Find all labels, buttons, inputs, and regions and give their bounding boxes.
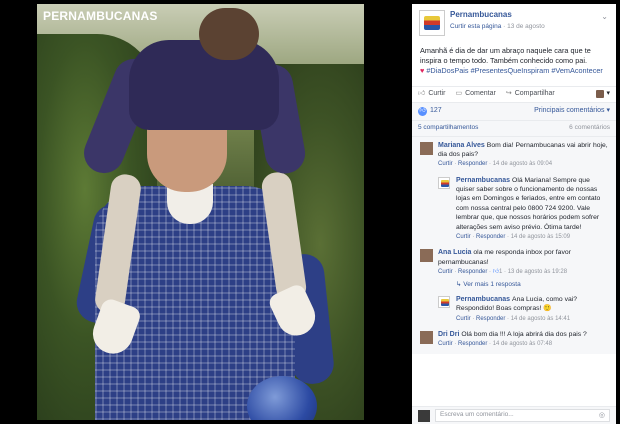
comment: Ana Lucia ola me responda inbox por favo… xyxy=(412,246,616,278)
comment-time[interactable]: 14 de agosto às 07:48 xyxy=(493,341,552,347)
comment-footer: Curtir · Responder · 14 de agosto às 14:… xyxy=(456,315,571,322)
page-name-link[interactable]: Pernambucanas xyxy=(450,10,610,21)
photo-frame: PERNAMBUCANAS xyxy=(37,4,364,420)
comment-footer: Curtir · Responder · 14 de agosto às 09:… xyxy=(438,161,553,168)
comment-input-placeholder: Escreva um comentário... xyxy=(440,411,514,419)
pernambucanas-logo-icon xyxy=(441,298,449,306)
comment-footer: Curtir · Responder · 14 de agosto às 07:… xyxy=(438,341,553,348)
view-more-replies-link[interactable]: ↳ Ver mais 1 resposta xyxy=(412,281,616,293)
camera-icon[interactable]: ◎ xyxy=(599,411,605,420)
comment-button[interactable]: ▭ Comentar xyxy=(455,89,495,98)
comment-sort-dropdown[interactable]: Principais comentários ▾ xyxy=(534,106,610,115)
pernambucanas-logo-icon xyxy=(424,16,440,30)
thumbs-up-icon: 👍︎ xyxy=(418,90,426,98)
post-text: Amanhã é dia de dar um abraço naquele ca… xyxy=(412,42,616,76)
post-photo[interactable]: PERNAMBUCANAS xyxy=(0,0,410,424)
comment-author[interactable]: Pernambucanas xyxy=(456,177,510,184)
comment-label: Comentar xyxy=(465,90,496,98)
comment-reply-link[interactable]: Responder xyxy=(458,341,487,347)
comment-author[interactable]: Pernambucanas xyxy=(456,296,510,303)
comment-reply: Pernambucanas Olá Mariana! Sempre que qu… xyxy=(412,174,616,244)
comment-reply-link[interactable]: Responder xyxy=(458,269,487,275)
post-date[interactable]: 13 de agosto xyxy=(507,23,545,30)
heart-icon: ♥ xyxy=(420,65,425,75)
comment-author[interactable]: Dri Dri xyxy=(438,331,459,338)
comment-time[interactable]: 14 de agosto às 09:04 xyxy=(493,161,552,167)
comment-reply: Pernambucanas Ana Lucia, como vai? Respo… xyxy=(412,293,616,325)
comment-input[interactable]: Escreva um comentário... ◎ xyxy=(435,409,610,422)
post-body: Amanhã é dia de dar um abraço naquele ca… xyxy=(420,46,591,65)
comment-footer: Curtir · Responder · 👍︎1 · 13 de agosto … xyxy=(438,269,568,276)
brand-logo-text: PERNAMBUCANAS xyxy=(43,9,158,23)
comment-time[interactable]: 13 de agosto às 19:28 xyxy=(508,269,567,275)
share-icon: ↪ xyxy=(505,90,512,98)
comment-time[interactable]: 14 de agosto às 15:09 xyxy=(511,234,570,240)
like-label: Curtir xyxy=(428,90,446,98)
post-header: Pernambucanas Curtir esta página · 13 de… xyxy=(412,4,616,42)
avatar xyxy=(596,90,605,99)
boy-head xyxy=(199,8,259,60)
comment-author[interactable]: Mariana Alves xyxy=(438,142,485,149)
comment-like-link[interactable]: Curtir xyxy=(438,341,453,347)
comment-like-link[interactable]: Curtir xyxy=(438,161,453,167)
comment-like-link[interactable]: Curtir xyxy=(456,316,471,322)
share-button[interactable]: ↪ Compartilhar xyxy=(506,89,555,98)
comment-text: Olá Mariana! Sempre que quiser saber sob… xyxy=(456,176,601,231)
chevron-down-icon: ▾ xyxy=(606,90,610,98)
comment-reply-link[interactable]: Responder xyxy=(476,316,505,322)
chevron-down-icon[interactable]: ⌄ xyxy=(601,12,608,23)
comment-like-link[interactable]: Curtir xyxy=(456,234,471,240)
comment-text: Olá bom dia !!! A loja abrirá dia dos pa… xyxy=(461,330,587,338)
comment-likes[interactable]: 1 xyxy=(499,269,502,275)
hashtag[interactable]: #PresentesQueInspiram xyxy=(471,66,550,75)
hashtag[interactable]: #DiaDosPais xyxy=(426,66,468,75)
comment-footer: Curtir · Responder · 14 de agosto às 15:… xyxy=(456,234,571,241)
write-comment-bar: Escreva um comentário... ◎ xyxy=(412,406,616,424)
likes-count[interactable]: 127 xyxy=(430,106,442,115)
post-side-panel: Pernambucanas Curtir esta página · 13 de… xyxy=(412,4,616,424)
share-label: Compartilhar xyxy=(514,90,555,98)
pernambucanas-logo-icon xyxy=(441,179,449,187)
post-as-selector[interactable]: ▾ xyxy=(596,89,610,99)
shares-link[interactable]: 5 compartilhamentos xyxy=(418,124,478,133)
comment-time[interactable]: 14 de agosto às 14:41 xyxy=(511,316,570,322)
page-avatar[interactable] xyxy=(438,176,450,189)
like-page-link[interactable]: Curtir esta página xyxy=(450,23,501,30)
avatar xyxy=(418,409,430,422)
more-replies-label: Ver mais 1 resposta xyxy=(463,281,521,289)
comment-sort-label: Principais comentários xyxy=(534,107,605,115)
avatar[interactable] xyxy=(420,249,433,263)
like-button[interactable]: 👍︎ Curtir xyxy=(418,89,445,98)
boy-jacket xyxy=(129,40,279,130)
comments-count: 6 comentários xyxy=(569,123,610,131)
comments-list: Mariana Alves Bom dia! Pernambucanas vai… xyxy=(412,135,616,354)
page-avatar[interactable] xyxy=(419,10,445,36)
comment-reply-link[interactable]: Responder xyxy=(458,161,487,167)
comment-like-link[interactable]: Curtir xyxy=(438,269,453,275)
shares-row: 5 compartilhamentos 6 comentários xyxy=(412,119,616,136)
comment-author[interactable]: Ana Lucia xyxy=(438,249,471,256)
post-meta: Curtir esta página · 13 de agosto xyxy=(450,22,545,30)
comment-icon: ▭ xyxy=(455,90,463,98)
like-badge-icon: 👍︎ xyxy=(418,106,427,116)
comment-reply-link[interactable]: Responder xyxy=(476,234,505,240)
avatar[interactable] xyxy=(420,330,433,344)
likes-row: 👍︎ 127 Principais comentários ▾ xyxy=(412,101,616,120)
comment: Mariana Alves Bom dia! Pernambucanas vai… xyxy=(412,139,616,171)
post-actions: 👍︎ Curtir ▭ Comentar ↪ Compartilhar ▾ xyxy=(412,85,616,102)
comment: Dri Dri Olá bom dia !!! A loja abrirá di… xyxy=(412,328,616,351)
page-avatar[interactable] xyxy=(438,295,450,308)
avatar[interactable] xyxy=(420,141,433,155)
hashtag[interactable]: #VemAcontecer xyxy=(551,66,603,75)
